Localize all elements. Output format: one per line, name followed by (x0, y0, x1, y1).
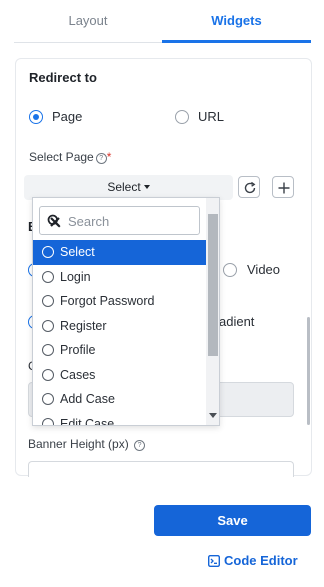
option-radio-icon (42, 368, 54, 381)
option-label: Login (60, 269, 91, 284)
dropdown-options: Select Login Forgot Password Register Pr… (33, 240, 206, 426)
select-page-label: Select Page? * (29, 150, 111, 164)
dropdown-option[interactable]: Login (33, 265, 206, 290)
terminal-icon (207, 554, 221, 568)
refresh-button[interactable] (238, 176, 260, 198)
dropdown-option[interactable]: Cases (33, 363, 206, 388)
add-page-button[interactable] (272, 176, 294, 198)
required-mark: * (106, 150, 112, 164)
select-page-button-label: Select (107, 180, 141, 194)
caret-down-icon (143, 185, 150, 189)
tab-layout[interactable]: Layout (14, 0, 162, 42)
plus-icon (278, 182, 290, 194)
option-label: Register (60, 318, 107, 333)
radio-video[interactable] (223, 263, 237, 277)
radio-page-label: Page (52, 109, 83, 124)
option-label: Edit Case (60, 416, 115, 426)
option-radio-icon (42, 319, 54, 332)
active-tab-indicator (162, 40, 311, 43)
gradient-option-label: adient (219, 314, 255, 329)
dropdown-option[interactable]: Profile (33, 338, 206, 363)
save-button[interactable]: Save (154, 505, 311, 536)
dropdown-option[interactable]: Forgot Password (33, 289, 206, 314)
radio-url[interactable] (175, 110, 189, 124)
scroll-down-arrow-icon[interactable] (209, 413, 217, 418)
radio-video-label: Video (247, 262, 281, 277)
banner-height-label: Banner Height (px) ? (28, 437, 146, 451)
page-dropdown-menu: Select Login Forgot Password Register Pr… (32, 197, 220, 426)
select-page-label-text: Select Page (29, 150, 94, 164)
redirect-title: Redirect to (29, 70, 97, 85)
dropdown-scrollbar[interactable] (206, 198, 219, 425)
option-label: Cases (60, 367, 96, 382)
help-icon[interactable]: ? (95, 153, 107, 164)
tab-widgets-label: Widgets (211, 13, 262, 28)
radio-page[interactable] (29, 110, 43, 124)
code-editor-label: Code Editor (224, 553, 298, 568)
option-radio-icon (42, 246, 54, 258)
radio-url-label: URL (198, 109, 225, 124)
banner-height-label-text: Banner Height (px) (28, 437, 129, 451)
option-radio-icon (42, 417, 54, 425)
option-radio-icon (42, 393, 54, 405)
code-editor-link[interactable]: Code Editor (207, 553, 298, 568)
option-radio-icon (42, 295, 54, 307)
option-label: Add Case (60, 392, 115, 406)
dropdown-option[interactable]: Add Case (33, 387, 206, 412)
dropdown-option[interactable]: Register (33, 314, 206, 339)
close-icon[interactable] (47, 214, 63, 230)
option-label: Forgot Password (60, 294, 155, 308)
tab-bar: Layout Widgets (14, 0, 311, 43)
dropdown-option[interactable]: Select (33, 240, 206, 265)
help-icon[interactable]: ? (134, 440, 146, 451)
dropdown-search-input[interactable] (68, 212, 173, 230)
option-label: Profile (60, 343, 96, 357)
option-radio-icon (42, 344, 54, 356)
banner-height-input[interactable] (28, 461, 294, 477)
panel-scrollbar[interactable] (307, 317, 310, 425)
dropdown-search-box[interactable] (39, 206, 200, 235)
dropdown-scrollbar-thumb[interactable] (208, 214, 218, 356)
option-label: Select (60, 245, 95, 259)
tab-widgets[interactable]: Widgets (162, 0, 311, 43)
refresh-icon (244, 181, 256, 194)
dropdown-option[interactable]: Edit Case (33, 412, 206, 426)
option-radio-icon (42, 270, 54, 283)
